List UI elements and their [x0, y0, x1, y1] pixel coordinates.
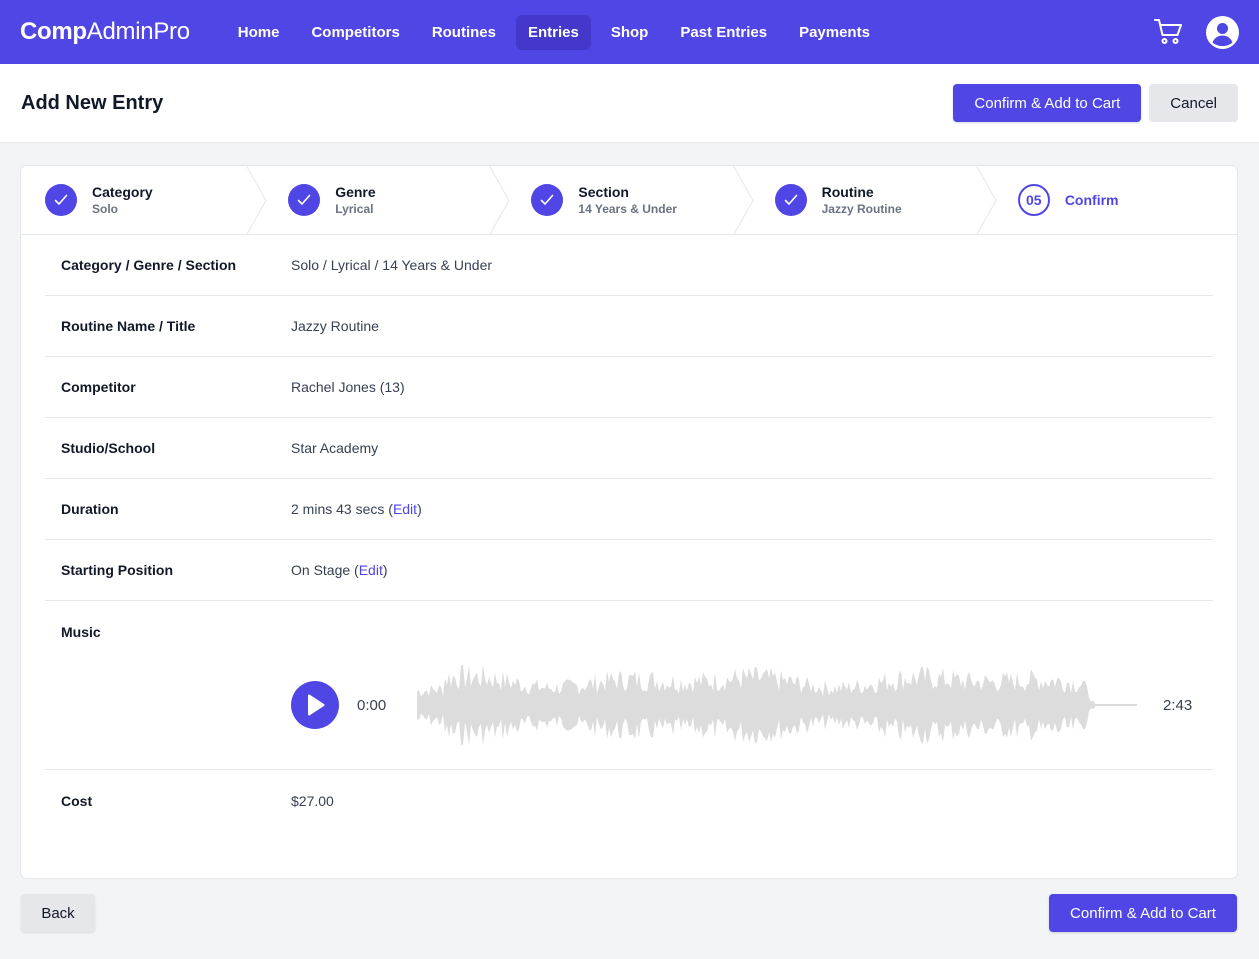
- step-confirm[interactable]: 05 Confirm: [994, 166, 1237, 234]
- row-label: Duration: [61, 501, 119, 517]
- row-value: On Stage (Edit): [291, 562, 388, 578]
- summary-row-duration: Duration 2 mins 43 secs (Edit): [45, 479, 1213, 540]
- step-name: Confirm: [1064, 192, 1119, 208]
- page-title: Add New Entry: [21, 91, 164, 114]
- row-value: Solo / Lyrical / 14 Years & Under: [291, 257, 493, 273]
- check-icon: [45, 184, 77, 216]
- starting-position-value: On Stage: [291, 562, 351, 578]
- top-navbar: CompAdminPro Home Competitors Routines E…: [0, 0, 1259, 64]
- step-name: Section: [578, 184, 629, 200]
- step-category[interactable]: Category Solo: [21, 166, 267, 235]
- summary-row-competitor: Competitor Rachel Jones (13): [45, 357, 1213, 418]
- summary-row-music: Music 0:00 2:43: [45, 601, 1213, 770]
- play-icon[interactable]: [291, 681, 339, 729]
- chevron-separator-icon: [732, 166, 754, 235]
- row-label: Competitor: [61, 379, 136, 395]
- summary-row-starting-position: Starting Position On Stage (Edit): [45, 540, 1213, 601]
- row-value: $27.00: [291, 792, 334, 809]
- row-value: Jazzy Routine: [291, 318, 379, 334]
- total-time: 2:43: [1163, 696, 1193, 714]
- step-sub: Lyrical: [335, 202, 374, 216]
- step-section[interactable]: Section 14 Years & Under: [507, 166, 754, 235]
- step-name: Genre: [335, 184, 376, 200]
- summary-row-studio: Studio/School Star Academy: [45, 418, 1213, 479]
- check-icon: [774, 184, 807, 216]
- row-value: 2 mins 43 secs (Edit): [291, 501, 422, 517]
- check-icon: [288, 184, 321, 216]
- row-value: Rachel Jones (13): [291, 379, 405, 395]
- confirm-add-to-cart-bottom-button[interactable]: Confirm & Add to Cart: [1049, 894, 1237, 932]
- step-number: 05: [1017, 184, 1050, 216]
- footer-actions: Back Confirm & Add to Cart: [21, 894, 1237, 932]
- row-label: Cost: [61, 792, 93, 809]
- step-sub: Solo: [92, 202, 118, 216]
- edit-duration-link[interactable]: Edit: [393, 501, 417, 517]
- page-header: Add New Entry Confirm & Add to Cart Canc…: [0, 64, 1259, 143]
- stepper: Category Solo Genre Lyrical Section 14 Y…: [21, 166, 1237, 235]
- nav-payments[interactable]: Payments: [787, 15, 882, 50]
- step-name: Routine: [821, 184, 874, 200]
- row-label: Category / Genre / Section: [61, 257, 237, 273]
- step-sub: 14 Years & Under: [578, 202, 677, 216]
- nav-shop[interactable]: Shop: [599, 15, 661, 50]
- edit-starting-position-link[interactable]: Edit: [359, 562, 383, 578]
- brand-logo[interactable]: CompAdminPro: [20, 18, 190, 46]
- waveform-shape: [417, 664, 1095, 746]
- row-label: Routine Name / Title: [61, 318, 196, 334]
- row-value: Star Academy: [291, 440, 379, 456]
- row-label: Music: [61, 624, 101, 640]
- back-button[interactable]: Back: [21, 894, 95, 932]
- cancel-button[interactable]: Cancel: [1149, 84, 1238, 122]
- nav-past-entries[interactable]: Past Entries: [668, 15, 779, 50]
- cart-icon[interactable]: [1154, 18, 1184, 46]
- row-label: Starting Position: [61, 562, 173, 578]
- waveform[interactable]: [417, 662, 1137, 748]
- main-nav: Home Competitors Routines Entries Shop P…: [226, 14, 882, 50]
- row-label: Studio/School: [61, 440, 156, 456]
- nav-home[interactable]: Home: [226, 15, 292, 50]
- entry-card: Category Solo Genre Lyrical Section 14 Y…: [20, 165, 1238, 879]
- chevron-separator-icon: [489, 166, 510, 235]
- step-routine[interactable]: Routine Jazzy Routine: [751, 166, 997, 235]
- nav-competitors[interactable]: Competitors: [299, 15, 411, 50]
- step-genre[interactable]: Genre Lyrical: [264, 166, 510, 235]
- current-time: 0:00: [357, 696, 387, 714]
- duration-value: 2 mins 43 secs: [291, 501, 385, 517]
- nav-entries[interactable]: Entries: [515, 14, 591, 50]
- summary-row-routine: Routine Name / Title Jazzy Routine: [45, 296, 1213, 357]
- check-icon: [531, 184, 564, 216]
- audio-player: 0:00 2:43: [291, 662, 1213, 748]
- step-sub: Jazzy Routine: [821, 202, 902, 216]
- chevron-separator-icon: [246, 166, 267, 235]
- entry-summary: Category / Genre / Section Solo / Lyrica…: [21, 235, 1237, 831]
- summary-row-cost: Cost $27.00: [45, 770, 1213, 831]
- summary-row-category: Category / Genre / Section Solo / Lyrica…: [45, 235, 1213, 296]
- user-circle-icon[interactable]: [1206, 15, 1239, 49]
- chevron-separator-icon: [975, 166, 997, 235]
- confirm-add-to-cart-button[interactable]: Confirm & Add to Cart: [953, 84, 1142, 122]
- nav-routines[interactable]: Routines: [420, 15, 508, 50]
- step-name: Category: [92, 184, 153, 200]
